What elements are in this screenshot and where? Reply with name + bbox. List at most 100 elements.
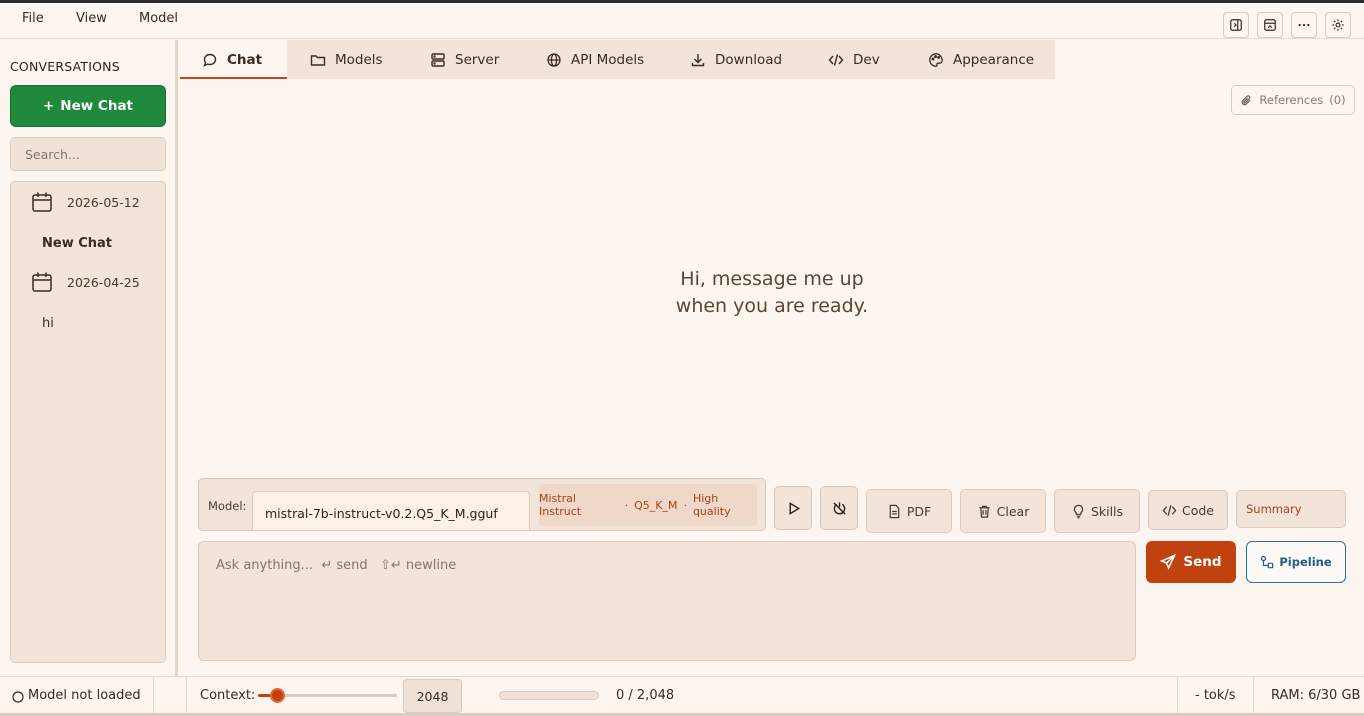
context-usage-text: 0 / 2,048	[616, 688, 675, 703]
chat-bubble-icon	[203, 53, 217, 67]
chat-input[interactable]	[198, 541, 1136, 661]
palette-icon	[929, 52, 943, 67]
conversation-item[interactable]: New Chat	[42, 236, 112, 251]
tab-dev[interactable]: Dev	[828, 40, 880, 79]
sidebar-toggle-button[interactable]	[1223, 12, 1249, 38]
summary-button[interactable]: Summary	[1236, 490, 1346, 528]
status-bar: Model not loaded Context: 2048 0 / 2,048…	[0, 676, 1364, 716]
welcome-line-1: Hi, message me up	[680, 268, 864, 290]
document-icon	[889, 504, 900, 518]
skills-label: Skills	[1090, 503, 1124, 519]
plus-icon: +	[42, 98, 55, 114]
references-button[interactable]: References (0)	[1231, 85, 1355, 115]
more-icon	[1298, 23, 1310, 27]
code-icon	[828, 53, 844, 66]
menu-view[interactable]: View	[76, 11, 107, 26]
pdf-button[interactable]: PDF	[866, 489, 952, 533]
status-dot-icon	[12, 691, 24, 703]
date-group-header: 2026-05-12	[31, 191, 140, 213]
calendar-icon	[32, 192, 52, 212]
tab-chat-label: Chat	[227, 51, 263, 68]
pdf-label: PDF	[906, 503, 932, 519]
model-selector-panel: Model: mistral-7b-instruct-v0.2.Q5_K_M.g…	[198, 478, 766, 531]
conversation-item[interactable]: hi	[42, 316, 54, 331]
clear-label: Clear	[996, 503, 1030, 519]
status-divider	[153, 677, 154, 716]
token-rate: - tok/s	[1195, 688, 1236, 703]
layout-button[interactable]	[1257, 12, 1283, 38]
references-label: References	[1259, 93, 1324, 107]
code-button[interactable]: Code	[1148, 490, 1228, 530]
model-quant-tag: Q5_K_M	[634, 498, 678, 512]
more-button[interactable]	[1291, 12, 1317, 38]
code-label: Code	[1181, 502, 1214, 518]
tab-download[interactable]: Download	[690, 40, 782, 79]
tab-dev-label: Dev	[853, 51, 880, 68]
tab-server-label: Server	[455, 51, 500, 68]
sidebar: CONVERSATIONS + New Chat 2026-05-12 New …	[0, 40, 178, 676]
model-family-tag: Mistral Instruct	[539, 492, 582, 518]
tab-chat[interactable]: Chat	[180, 40, 287, 79]
ram-usage: RAM: 6/30 GB	[1271, 688, 1361, 703]
status-divider	[1177, 677, 1178, 716]
status-divider	[186, 677, 187, 716]
model-select[interactable]: mistral-7b-instruct-v0.2.Q5_K_M.gguf	[252, 491, 530, 531]
play-icon	[789, 501, 800, 515]
code-icon	[1162, 504, 1177, 516]
welcome-message: Hi, message me up when you are ready.	[640, 266, 904, 320]
new-chat-label: New Chat	[60, 98, 134, 114]
calendar-icon	[32, 272, 52, 292]
model-quality-tag: High quality	[692, 492, 731, 518]
tab-appearance-label: Appearance	[953, 51, 1035, 68]
summary-label: Summary	[1246, 502, 1302, 516]
send-button[interactable]: Send	[1146, 541, 1236, 583]
model-label: Model:	[208, 499, 247, 513]
context-slider[interactable]	[258, 688, 397, 703]
tab-download-label: Download	[715, 51, 783, 68]
skills-button[interactable]: Skills	[1054, 489, 1140, 533]
tag-separator: ·	[624, 498, 629, 512]
context-slider-thumb[interactable]	[270, 688, 286, 703]
tab-appearance[interactable]: Appearance	[928, 40, 1034, 79]
paperclip-icon	[1242, 94, 1251, 105]
send-icon	[1160, 554, 1177, 570]
lightbulb-icon	[1073, 504, 1084, 518]
sidebar-toggle-icon	[1230, 19, 1242, 31]
model-status: Model not loaded	[28, 688, 141, 703]
pipeline-label: Pipeline	[1279, 555, 1332, 569]
tab-api-models-label: API Models	[571, 51, 645, 68]
date-group-header: 2026-04-25	[31, 271, 140, 293]
tab-server[interactable]: Server	[430, 40, 499, 79]
context-label: Context:	[200, 688, 256, 703]
power-off-icon	[832, 501, 846, 515]
date-group-label: 2026-04-25	[67, 274, 140, 290]
search-input[interactable]	[10, 137, 166, 171]
sidebar-title: CONVERSATIONS	[10, 59, 120, 74]
main-tabs: Chat Models Server API Models Download D…	[180, 40, 1055, 79]
settings-icon	[1332, 19, 1344, 31]
new-chat-button[interactable]: + New Chat	[10, 85, 166, 127]
play-button[interactable]	[774, 486, 812, 530]
model-tags: Mistral Instruct · Q5_K_M · High quality	[539, 484, 757, 526]
status-divider	[1253, 677, 1254, 716]
server-icon	[431, 52, 445, 67]
tab-api-models[interactable]: API Models	[546, 40, 644, 79]
globe-icon	[547, 52, 561, 67]
settings-button[interactable]	[1325, 12, 1351, 38]
pipeline-icon	[1261, 555, 1274, 569]
menu-bar: File View Model	[0, 3, 1364, 39]
layout-icon	[1264, 19, 1276, 31]
download-icon	[691, 53, 705, 66]
tab-models-label: Models	[335, 51, 383, 68]
unload-model-button[interactable]	[820, 486, 858, 530]
references-count: (0)	[1329, 93, 1346, 107]
menu-model[interactable]: Model	[139, 11, 178, 26]
context-value-input[interactable]: 2048	[403, 679, 462, 713]
date-group-label: 2026-05-12	[67, 194, 140, 210]
tab-models[interactable]: Models	[310, 40, 383, 79]
send-label: Send	[1183, 554, 1222, 570]
clear-button[interactable]: Clear	[960, 489, 1046, 533]
pipeline-button[interactable]: Pipeline	[1246, 541, 1346, 583]
menu-file[interactable]: File	[22, 11, 44, 26]
folder-icon	[310, 54, 326, 66]
